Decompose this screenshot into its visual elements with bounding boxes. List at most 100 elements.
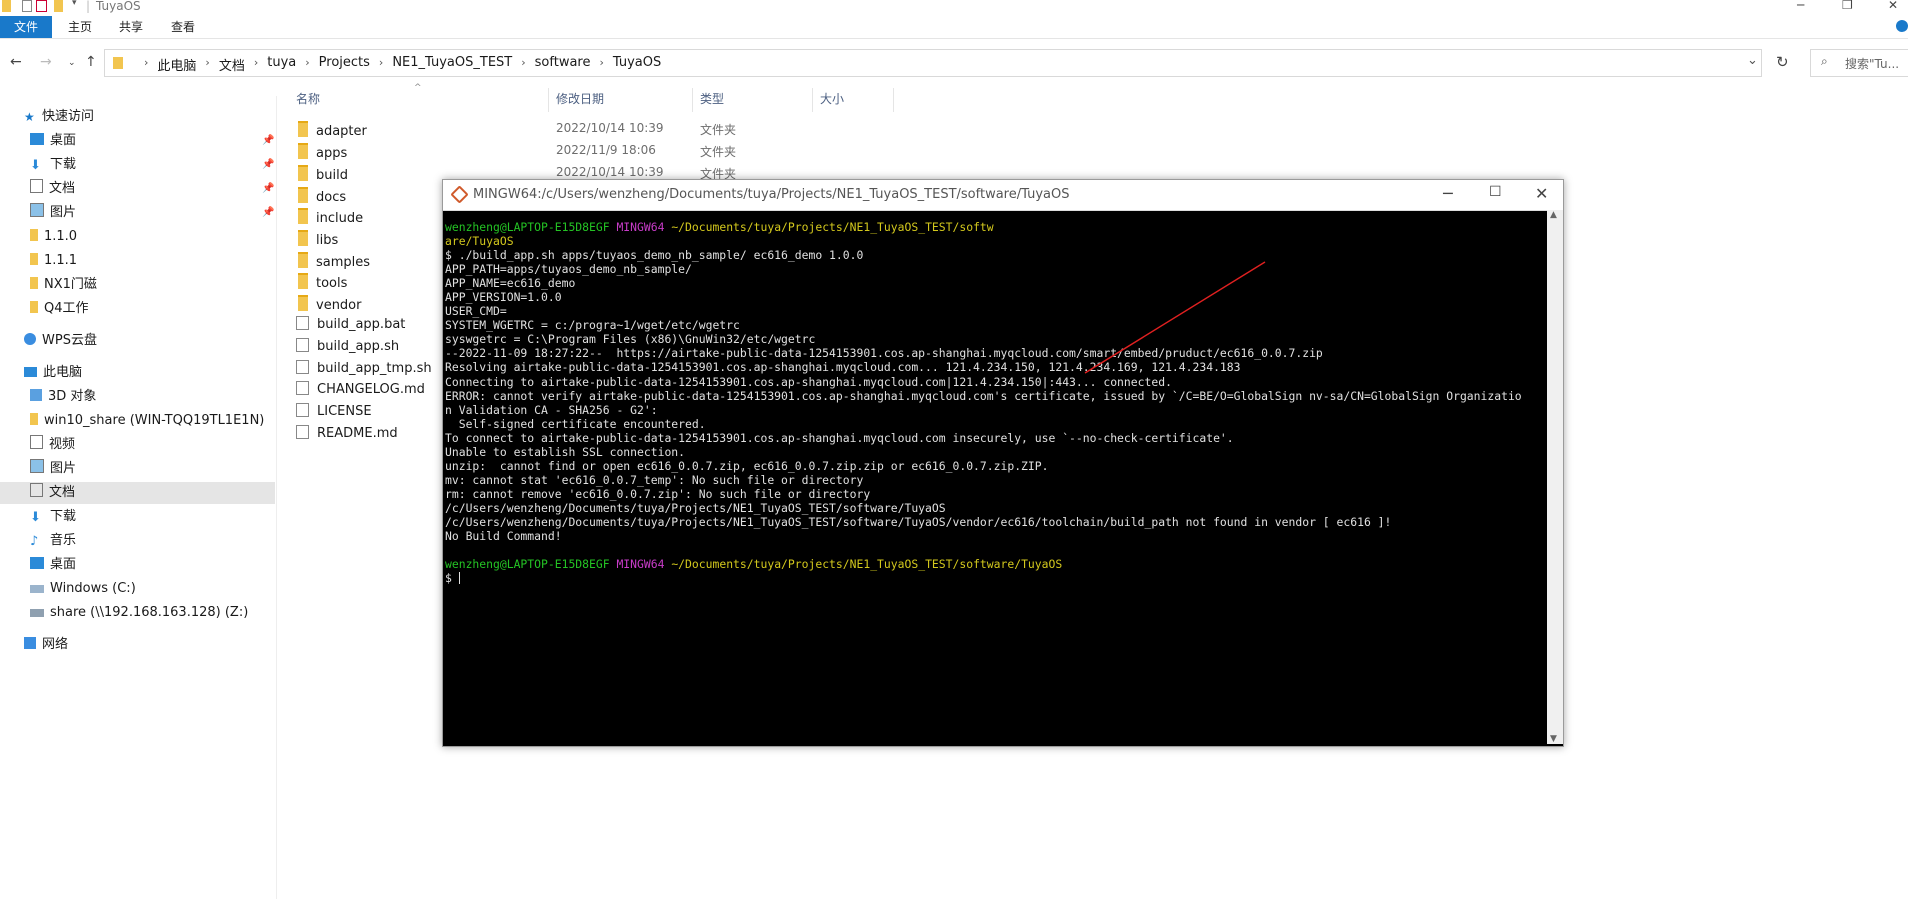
restore-icon[interactable]: ❐ xyxy=(1842,0,1853,12)
sidebar-item-nx1[interactable]: NX1门磁 xyxy=(30,274,97,296)
sidebar-item-drive-z[interactable]: share (\\192.168.163.128) (Z:) xyxy=(30,602,248,624)
terminal-line: USER_CMD= xyxy=(445,304,507,319)
breadcrumb-item[interactable]: TuyaOS xyxy=(613,55,661,81)
file-row-tools[interactable]: tools xyxy=(296,273,347,293)
file-row-samples[interactable]: samples xyxy=(296,252,370,272)
file-row-docs[interactable]: docs xyxy=(296,187,346,207)
column-divider[interactable] xyxy=(893,88,894,112)
chevron-right-icon[interactable]: › xyxy=(254,56,258,82)
sidebar-item-downloads[interactable]: ⬇ 下载 xyxy=(30,154,76,176)
new-folder-icon[interactable] xyxy=(54,0,63,12)
address-bar[interactable]: › 此电脑 › 文档 › tuya › Projects › NE1_TuyaO… xyxy=(104,49,1762,77)
sidebar-item-desktop-pc[interactable]: 桌面 xyxy=(30,554,76,576)
breadcrumb-item[interactable]: Projects xyxy=(319,55,370,81)
sidebar-item-music[interactable]: ♪ 音乐 xyxy=(30,530,76,552)
chevron-right-icon[interactable]: › xyxy=(599,56,603,82)
sidebar-item-downloads-pc[interactable]: ⬇ 下载 xyxy=(30,506,76,528)
sidebar-item-1-1-0[interactable]: 1.1.0 xyxy=(30,226,77,248)
chevron-right-icon[interactable]: › xyxy=(379,56,383,82)
file-row-vendor[interactable]: vendor xyxy=(296,295,361,315)
prompt-path: ~/Documents/tuya/Projects/NE1_TuyaOS_TES… xyxy=(671,220,994,234)
file-row-apps[interactable]: apps 2022/11/9 18:06 文件夹 xyxy=(296,143,736,163)
terminal-scrollbar[interactable]: ▲ ▼ xyxy=(1547,210,1563,744)
pin-icon[interactable]: 📌 xyxy=(262,135,274,146)
column-divider[interactable] xyxy=(812,88,813,112)
breadcrumb-item[interactable]: tuya xyxy=(267,55,296,81)
terminal-output[interactable]: wenzheng@LAPTOP-E15D8EGF MINGW64 ~/Docum… xyxy=(445,220,1545,740)
minimize-icon[interactable]: ─ xyxy=(1797,0,1804,12)
column-header-name[interactable]: 名称 xyxy=(296,90,320,107)
column-header-type[interactable]: 类型 xyxy=(700,90,724,107)
terminal-line: SYSTEM_WGETRC = c:/progra~1/wget/etc/wge… xyxy=(445,318,740,333)
sidebar-item-drive-c[interactable]: Windows (C:) xyxy=(30,578,136,600)
file-row-build[interactable]: build 2022/10/14 10:39 文件夹 xyxy=(296,165,736,185)
breadcrumb-item[interactable]: NE1_TuyaOS_TEST xyxy=(392,55,512,81)
breadcrumb-item[interactable]: software xyxy=(535,55,591,81)
terminal-window[interactable]: MINGW64:/c/Users/wenzheng/Documents/tuya… xyxy=(442,179,1564,747)
breadcrumb-item[interactable]: 文档 xyxy=(219,55,245,81)
pin-icon[interactable]: 📌 xyxy=(262,183,274,194)
sidebar-item-label: Windows (C:) xyxy=(50,581,136,596)
file-row-build-app-sh[interactable]: build_app.sh xyxy=(296,338,399,358)
sidebar-item-3d[interactable]: 3D 对象 xyxy=(30,386,96,408)
chevron-right-icon[interactable]: › xyxy=(305,56,309,82)
search-input[interactable]: ⌕ 搜索"Tu... xyxy=(1810,49,1908,77)
column-header-date[interactable]: 修改日期 xyxy=(556,90,604,107)
scroll-up-icon[interactable]: ▲ xyxy=(1550,210,1557,220)
maximize-icon[interactable]: ☐ xyxy=(1489,184,1502,200)
sidebar-item-win10-share[interactable]: win10_share (WIN-TQQ19TL1E1N) xyxy=(30,410,264,432)
back-icon[interactable]: ← xyxy=(10,54,22,70)
help-icon[interactable] xyxy=(1896,20,1908,32)
column-divider[interactable] xyxy=(692,88,693,112)
file-row-adapter[interactable]: adapter 2022/10/14 10:39 文件夹 xyxy=(296,121,736,141)
file-row-readme[interactable]: README.md xyxy=(296,425,398,445)
sidebar-item-network[interactable]: 网络 xyxy=(24,634,68,656)
tab-file[interactable]: 文件 xyxy=(0,16,52,38)
column-divider[interactable] xyxy=(548,88,549,112)
close-icon[interactable]: ✕ xyxy=(1535,184,1548,203)
file-row-license[interactable]: LICENSE xyxy=(296,403,372,423)
properties-icon[interactable] xyxy=(22,0,32,12)
sidebar-item-this-pc[interactable]: 此电脑 xyxy=(24,362,82,384)
file-row-build-app-tmp-sh[interactable]: build_app_tmp.sh xyxy=(296,360,432,380)
sidebar-item-pictures-pc[interactable]: 图片 xyxy=(30,458,76,480)
sidebar-item-desktop[interactable]: 桌面 xyxy=(30,130,76,152)
chevron-right-icon[interactable]: › xyxy=(205,56,209,82)
breadcrumb-item[interactable]: 此电脑 xyxy=(157,55,196,81)
pin-icon[interactable]: 📌 xyxy=(262,207,274,218)
file-row-include[interactable]: include xyxy=(296,208,363,228)
chevron-right-icon[interactable]: › xyxy=(521,56,525,82)
sidebar-item-videos[interactable]: 视频 xyxy=(30,434,75,456)
file-type: 文件夹 xyxy=(700,145,737,159)
terminal-line: unzip: cannot find or open ec616_0.0.7.z… xyxy=(445,458,1049,473)
file-row-changelog[interactable]: CHANGELOG.md xyxy=(296,381,425,401)
file-row-libs[interactable]: libs xyxy=(296,230,338,250)
up-icon[interactable]: ↑ xyxy=(85,54,97,70)
tab-share[interactable]: 共享 xyxy=(119,16,143,38)
sidebar-item-q4[interactable]: Q4工作 xyxy=(30,298,89,320)
sidebar-item-wps[interactable]: WPS云盘 xyxy=(24,330,97,352)
chevron-down-icon[interactable]: ⌄ xyxy=(1747,53,1758,68)
scroll-down-icon[interactable]: ▼ xyxy=(1550,734,1557,744)
refresh-icon[interactable]: ↻ xyxy=(1776,53,1789,71)
file-row-build-app-bat[interactable]: build_app.bat xyxy=(296,316,405,336)
file-name: adapter xyxy=(316,124,367,139)
sidebar-item-documents-pc[interactable]: 文档 xyxy=(0,482,275,504)
sidebar-item-pictures[interactable]: 图片 xyxy=(30,202,76,224)
forward-icon[interactable]: → xyxy=(40,54,52,70)
close-icon[interactable]: ✕ xyxy=(1888,0,1898,12)
navigation-pane: ★ 快速访问 桌面 📌 ⬇ 下载 📌 文档 📌 图片 📌 1.1.0 1.1.1 N… xyxy=(0,96,277,899)
sidebar-item-documents[interactable]: 文档 xyxy=(30,178,75,200)
tab-home[interactable]: 主页 xyxy=(68,16,92,38)
terminal-line: Unable to establish SSL connection. xyxy=(445,444,686,459)
customize-toolbar-icon[interactable]: ▾ xyxy=(72,0,77,8)
tab-view[interactable]: 查看 xyxy=(171,16,195,38)
column-header-size[interactable]: 大小 xyxy=(820,90,844,107)
sidebar-item-1-1-1[interactable]: 1.1.1 xyxy=(30,250,77,272)
checkbox-icon[interactable] xyxy=(36,0,47,12)
sidebar-item-quick-access[interactable]: ★ 快速访问 xyxy=(24,106,94,128)
terminal-title-bar[interactable]: MINGW64:/c/Users/wenzheng/Documents/tuya… xyxy=(443,180,1563,211)
recent-locations-icon[interactable]: ⌄ xyxy=(68,58,76,68)
minimize-icon[interactable]: ─ xyxy=(1443,184,1453,203)
pin-icon[interactable]: 📌 xyxy=(262,159,274,170)
